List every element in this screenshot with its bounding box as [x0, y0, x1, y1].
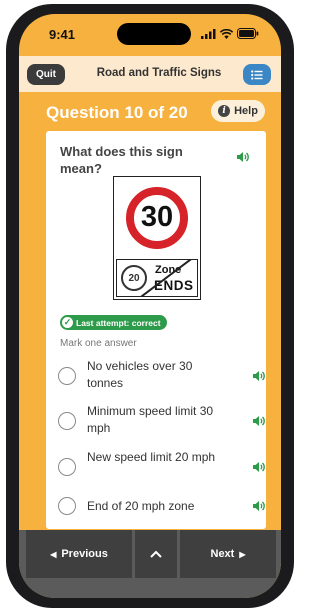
speed-limit-value: 30: [126, 186, 188, 249]
speaker-icon[interactable]: [252, 500, 266, 512]
last-attempt-badge: ✓ Last attempt: correct: [60, 315, 167, 330]
zone-speed-value: 20: [121, 265, 147, 291]
check-icon: ✓: [62, 317, 73, 328]
radio-button[interactable]: [58, 458, 76, 476]
speaker-icon[interactable]: [252, 370, 266, 382]
status-icons: [201, 28, 259, 39]
cellular-signal-icon: [201, 28, 216, 39]
list-icon: [251, 69, 263, 80]
answer-label: End of 20 mph zone: [87, 499, 195, 513]
answer-option[interactable]: New speed limit 20 mph: [58, 449, 265, 489]
speed-limit-sign: 30: [114, 177, 200, 258]
help-button[interactable]: i Help: [211, 100, 265, 122]
next-button[interactable]: Next ▶: [180, 530, 276, 578]
app-screen: 9:41 Quit Road and Traffic Signs Questio…: [19, 14, 281, 598]
status-bar: 9:41: [19, 14, 281, 56]
caret-left-icon: ◀: [50, 549, 57, 559]
caret-right-icon: ▶: [239, 549, 246, 559]
page-title: Road and Traffic Signs: [96, 67, 222, 79]
next-label: Next: [210, 548, 235, 560]
radio-button[interactable]: [58, 367, 76, 385]
app-header: Quit Road and Traffic Signs: [19, 56, 281, 92]
instruction-text: Mark one answer: [60, 338, 137, 349]
speaker-icon[interactable]: [252, 415, 266, 427]
radio-button[interactable]: [58, 412, 76, 430]
question-text: What does this sign mean?: [60, 144, 183, 176]
footer-nav: ◀ Previous Next ▶: [19, 530, 281, 598]
chevron-up-icon: [150, 550, 162, 558]
phone-frame: 9:41 Quit Road and Traffic Signs Questio…: [6, 4, 294, 608]
speaker-icon[interactable]: [252, 461, 266, 473]
answer-label: Minimum speed limit 30 mph: [87, 404, 214, 435]
previous-button[interactable]: ◀ Previous: [26, 530, 132, 578]
help-label: Help: [234, 105, 258, 117]
menu-button[interactable]: [243, 64, 271, 85]
answer-label: New speed limit 20 mph: [87, 450, 216, 464]
answer-option[interactable]: Minimum speed limit 30 mph: [58, 403, 265, 443]
battery-icon: [237, 28, 259, 39]
question-counter: Question 10 of 20: [46, 103, 188, 122]
answer-option[interactable]: No vehicles over 30 tonnes: [58, 358, 265, 398]
answer-label: No vehicles over 30 tonnes: [87, 359, 193, 390]
question-card: What does this sign mean? 30 20 Zone END…: [46, 131, 266, 529]
wifi-icon: [220, 28, 233, 39]
quit-button[interactable]: Quit: [27, 64, 65, 85]
previous-label: Previous: [61, 548, 108, 560]
road-sign-image: 30 20 Zone ENDS: [113, 176, 201, 300]
info-icon: i: [218, 105, 231, 117]
speaker-icon[interactable]: [236, 151, 250, 163]
zone-ends-plate: 20 Zone ENDS: [116, 259, 198, 297]
last-attempt-label: Last attempt: correct: [76, 317, 161, 328]
radio-button[interactable]: [58, 497, 76, 515]
scroll-up-button[interactable]: [135, 530, 177, 578]
status-time: 9:41: [49, 27, 76, 42]
